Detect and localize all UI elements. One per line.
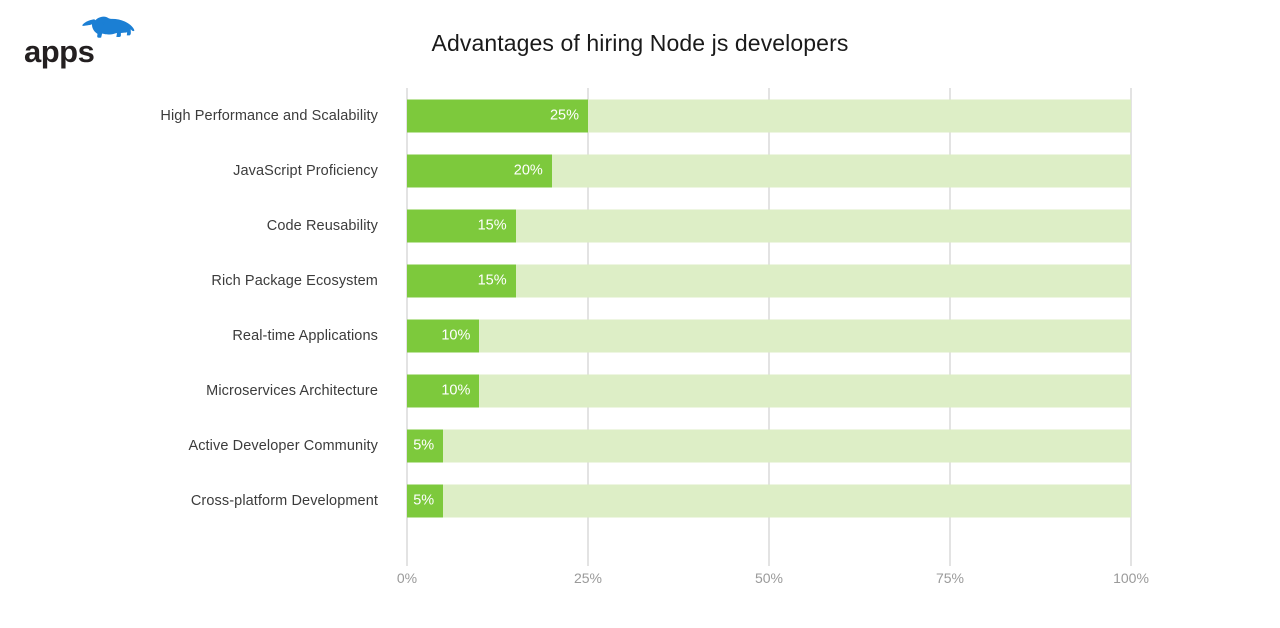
bar-value-label: 5% xyxy=(413,437,435,454)
bar-fill[interactable]: 5% xyxy=(407,484,444,517)
bar-fill[interactable]: 15% xyxy=(407,264,516,297)
category-label: High Performance and Scalability xyxy=(160,107,378,124)
x-tick-label: 25% xyxy=(573,570,603,586)
bar-track xyxy=(407,484,1131,517)
bar-row[interactable]: Microservices Architecture 10% xyxy=(0,363,1280,418)
x-tick-label: 75% xyxy=(935,570,965,586)
x-axis-tick-labels: 0% 25% 50% 75% 100% xyxy=(0,570,1280,598)
bar-value-label: 20% xyxy=(513,162,543,179)
category-label: Rich Package Ecosystem xyxy=(211,272,378,289)
bar-fill[interactable]: 10% xyxy=(407,319,480,352)
bar-container: 5% xyxy=(407,484,1131,517)
bar-value-label: 15% xyxy=(477,272,507,289)
bar-fill[interactable]: 20% xyxy=(407,154,552,187)
x-tick-label: 50% xyxy=(754,570,784,586)
bar-fill[interactable]: 10% xyxy=(407,374,480,407)
bar-value-label: 15% xyxy=(477,217,507,234)
bar-row[interactable]: Rich Package Ecosystem 15% xyxy=(0,253,1280,308)
category-label: JavaScript Proficiency xyxy=(233,162,378,179)
bar-row[interactable]: Real-time Applications 10% xyxy=(0,308,1280,363)
bar-row[interactable]: High Performance and Scalability 25% xyxy=(0,88,1280,143)
bar-value-label: 10% xyxy=(441,382,471,399)
bar-track xyxy=(407,264,1131,297)
bar-row[interactable]: Active Developer Community 5% xyxy=(0,418,1280,473)
category-label: Real-time Applications xyxy=(232,327,378,344)
bar-container: 15% xyxy=(407,264,1131,297)
bar-fill[interactable]: 15% xyxy=(407,209,516,242)
category-label: Cross-platform Development xyxy=(190,492,378,509)
bar-container: 10% xyxy=(407,319,1131,352)
bar-track xyxy=(407,374,1131,407)
bar-chart-plot-area: High Performance and Scalability 25% JavaS… xyxy=(0,88,1280,566)
bar-track xyxy=(407,429,1131,462)
bar-row[interactable]: JavaScript Proficiency 20% xyxy=(0,143,1280,198)
bar-track xyxy=(407,319,1131,352)
bar-container: 15% xyxy=(407,209,1131,242)
category-label: Microservices Architecture xyxy=(206,382,378,399)
bar-fill[interactable]: 25% xyxy=(407,99,588,132)
category-label: Code Reusability xyxy=(266,217,378,234)
bar-container: 20% xyxy=(407,154,1131,187)
bar-value-label: 10% xyxy=(441,327,471,344)
x-tick-label: 0% xyxy=(396,570,418,586)
bar-container: 10% xyxy=(407,374,1131,407)
bar-value-label: 25% xyxy=(549,107,579,124)
bar-rows: High Performance and Scalability 25% JavaS… xyxy=(0,88,1280,528)
bar-fill[interactable]: 5% xyxy=(407,429,444,462)
bar-container: 25% xyxy=(407,99,1131,132)
bar-container: 5% xyxy=(407,429,1131,462)
bar-track xyxy=(407,209,1131,242)
x-tick-label: 100% xyxy=(1113,570,1149,586)
bar-row[interactable]: Cross-platform Development 5% xyxy=(0,473,1280,528)
bar-value-label: 5% xyxy=(413,492,435,509)
category-label: Active Developer Community xyxy=(188,437,378,454)
chart-title: Advantages of hiring Node js developers xyxy=(431,30,849,56)
bar-row[interactable]: Code Reusability 15% xyxy=(0,198,1280,253)
